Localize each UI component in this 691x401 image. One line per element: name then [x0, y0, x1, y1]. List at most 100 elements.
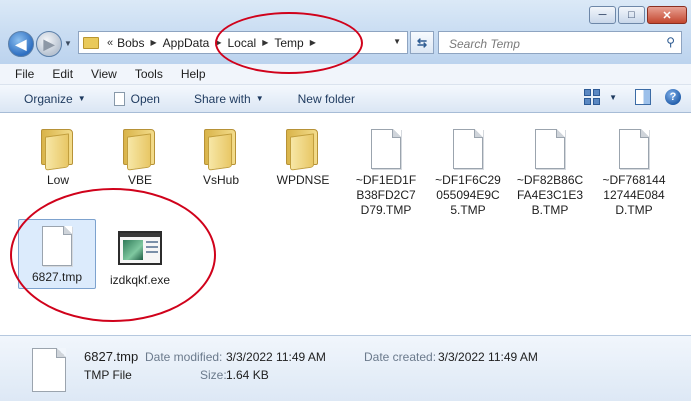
item-label: ~DF76814412744E084D.TMP [602, 173, 666, 217]
file-icon [535, 129, 565, 169]
new-folder-label: New folder [297, 91, 355, 106]
item-label: ~DF1F6C29055094E9C5.TMP [435, 173, 501, 217]
item-label: VsHub [202, 173, 240, 187]
new-folder-button[interactable]: New folder [292, 92, 361, 106]
close-icon: ✕ [662, 9, 672, 22]
window-titlebar: ─ □ ✕ ◀ ▶ ▼ « Bobs ▶ AppData ▶ Local ▶ Temp… [0, 0, 691, 64]
details-file-type: TMP File [84, 368, 132, 382]
menu-tools[interactable]: Tools [132, 67, 166, 81]
help-icon[interactable]: ? [665, 89, 681, 105]
organize-label: Organize [24, 91, 73, 106]
breadcrumb-label: Temp [274, 35, 304, 50]
file-icon [42, 226, 72, 266]
item-label: ~DF1ED1FB38FD2C7D79.TMP [355, 173, 417, 217]
folder-item-vshub[interactable]: VsHub [182, 119, 260, 188]
recent-pages-dropdown-icon[interactable]: ▼ [64, 39, 72, 48]
date-created-value: 3/3/2022 11:49 AM [438, 350, 538, 364]
file-icon [32, 348, 66, 392]
open-button[interactable]: Open [108, 91, 166, 106]
breadcrumb-separator-icon[interactable]: ▶ [150, 38, 156, 47]
breadcrumb-temp[interactable]: Temp ▶ [274, 36, 322, 50]
chevron-down-icon: ▼ [255, 94, 264, 103]
item-label: VBE [127, 173, 152, 187]
forward-button[interactable]: ▶ [36, 31, 62, 57]
change-view-icon[interactable] [584, 89, 601, 105]
view-options-dropdown[interactable]: ▼ [600, 93, 617, 102]
date-created-label: Date created: [364, 350, 437, 364]
minimize-icon: ─ [598, 9, 607, 21]
size-value: 1.64 KB [226, 368, 269, 382]
menu-view[interactable]: View [88, 67, 120, 81]
breadcrumb-separator-icon[interactable]: ▶ [215, 38, 221, 47]
folder-item-wpdnse[interactable]: WPDNSE [264, 119, 342, 188]
breadcrumb-appdata[interactable]: AppData ▶ [163, 36, 228, 50]
back-arrow-icon: ◀ [15, 35, 27, 52]
search-input[interactable] [447, 33, 661, 54]
folder-icon [39, 129, 77, 171]
caption-buttons: ─ □ ✕ [587, 6, 687, 24]
menu-file[interactable]: File [12, 67, 37, 81]
share-with-button[interactable]: Share with ▼ [188, 92, 270, 106]
file-icon [371, 129, 401, 169]
breadcrumb-label: Local [227, 35, 257, 50]
item-label: Low [46, 173, 69, 187]
folder-item-vbe[interactable]: VBE [101, 119, 179, 188]
folder-icon [121, 129, 159, 171]
chevron-down-icon: ▼ [77, 94, 86, 103]
address-dropdown-icon[interactable]: ▼ [393, 37, 401, 46]
file-item-tmp-1[interactable]: ~DF1ED1FB38FD2C7D79.TMP [346, 119, 426, 218]
folder-icon [83, 36, 99, 49]
overflow-chevron-icon[interactable]: « [107, 37, 113, 49]
folder-item-low[interactable]: Low [19, 119, 97, 188]
close-button[interactable]: ✕ [647, 6, 687, 24]
forward-arrow-icon: ▶ [43, 35, 55, 52]
breadcrumb-separator-icon[interactable]: ▶ [310, 38, 316, 47]
command-bar: Organize ▼ Open Share with ▼ New folder ▼ … [0, 85, 691, 113]
menu-bar: File Edit View Tools Help [0, 64, 691, 85]
breadcrumb-label: AppData [162, 35, 210, 50]
breadcrumb-local[interactable]: Local ▶ [228, 36, 275, 50]
date-modified-value: 3/3/2022 11:49 AM [226, 350, 326, 364]
refresh-button[interactable]: ⇆ [410, 31, 434, 54]
breadcrumb-separator-icon[interactable]: ▶ [262, 38, 268, 47]
details-file-name: 6827.tmp [84, 349, 139, 364]
item-label: ~DF82B86CFA4E3C1E3B.TMP [516, 173, 584, 217]
refresh-icon: ⇆ [416, 35, 428, 50]
minimize-button[interactable]: ─ [589, 6, 616, 24]
application-icon [118, 231, 162, 265]
breadcrumb-bobs[interactable]: Bobs ▶ [117, 36, 163, 50]
preview-pane-icon[interactable] [635, 89, 651, 105]
file-item-tmp-3[interactable]: ~DF82B86CFA4E3C1E3B.TMP [510, 119, 590, 218]
item-label: 6827.tmp [31, 270, 83, 284]
search-box: ⚲ [438, 31, 682, 54]
file-item-izdkqkf-exe[interactable]: izdkqkf.exe [101, 219, 179, 288]
file-item-6827-tmp[interactable]: 6827.tmp [18, 219, 96, 289]
size-label: Size: [200, 368, 227, 382]
folder-icon [202, 129, 240, 171]
folder-icon [284, 129, 322, 171]
details-pane: 6827.tmp TMP File Date modified: 3/3/202… [0, 335, 691, 401]
maximize-button[interactable]: □ [618, 6, 645, 24]
address-bar[interactable]: « Bobs ▶ AppData ▶ Local ▶ Temp ▶ ▼ [78, 31, 408, 54]
date-modified-label: Date modified: [145, 350, 223, 364]
file-icon [619, 129, 649, 169]
file-list: Low VBE VsHub WPDNSE ~DF1ED1FB38FD2C7D79… [0, 113, 691, 335]
breadcrumb-label: Bobs [117, 35, 145, 50]
breadcrumb: « Bobs ▶ AppData ▶ Local ▶ Temp ▶ [105, 36, 322, 50]
back-button[interactable]: ◀ [8, 31, 34, 57]
view-controls: ▼ ? [584, 89, 681, 105]
file-item-tmp-2[interactable]: ~DF1F6C29055094E9C5.TMP [428, 119, 508, 218]
file-icon [113, 91, 125, 106]
maximize-icon: □ [628, 9, 635, 21]
organize-button[interactable]: Organize ▼ [18, 92, 92, 106]
file-icon [453, 129, 483, 169]
open-label: Open [130, 91, 160, 106]
file-item-tmp-4[interactable]: ~DF76814412744E084D.TMP [594, 119, 674, 218]
share-with-label: Share with [193, 91, 251, 106]
menu-help[interactable]: Help [178, 67, 209, 81]
item-label: WPDNSE [276, 173, 330, 187]
item-label: izdkqkf.exe [109, 273, 171, 287]
chevron-down-icon: ▼ [609, 92, 617, 102]
search-icon[interactable]: ⚲ [666, 35, 675, 49]
menu-edit[interactable]: Edit [49, 67, 76, 81]
